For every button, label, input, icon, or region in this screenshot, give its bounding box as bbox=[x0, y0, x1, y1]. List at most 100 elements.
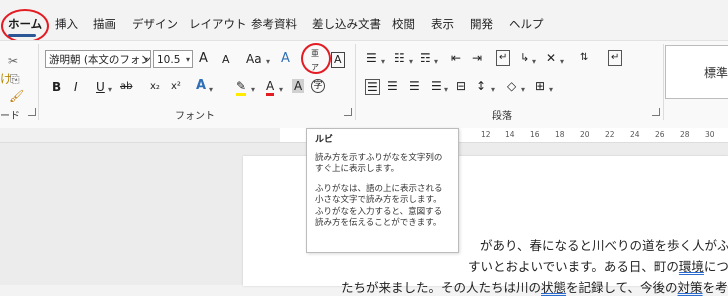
chevron-down-icon: ▾ bbox=[521, 85, 526, 94]
style-gallery-normal[interactable]: 標準 bbox=[665, 45, 728, 99]
bold-button[interactable]: B bbox=[52, 80, 61, 94]
chevron-down-icon: ▾ bbox=[549, 85, 554, 94]
tab-references[interactable]: 参考資料 bbox=[251, 16, 297, 32]
ruler-tick: 22 bbox=[605, 130, 615, 139]
underline-button[interactable]: U bbox=[96, 80, 105, 94]
style-normal-label: 標準 bbox=[704, 66, 728, 80]
borders-icon[interactable]: ⊞ bbox=[535, 79, 545, 93]
font-size-value: 10.5 bbox=[157, 54, 181, 66]
separator bbox=[38, 44, 39, 120]
chevron-down-icon: ▾ bbox=[209, 85, 214, 94]
ruler-tick: 14 bbox=[505, 130, 515, 139]
ruby-tooltip: ルビ 読み方を示すふりがなを文字列のすぐ上に表示します。 ふりがなは、語の上に表… bbox=[306, 128, 459, 253]
chevron-down-icon: ▾ bbox=[381, 57, 386, 66]
enclose-characters-icon[interactable]: 字 bbox=[311, 79, 325, 93]
bullets-icon[interactable]: ☰ bbox=[366, 51, 377, 65]
tab-view[interactable]: 表示 bbox=[431, 16, 454, 32]
character-shading-icon[interactable]: A bbox=[292, 79, 305, 93]
tooltip-text-1: 読み方を示すふりがなを文字列のすぐ上に表示します。 bbox=[315, 152, 443, 175]
tab-insert[interactable]: 挿入 bbox=[55, 16, 78, 32]
text-run: を記録して、今後の bbox=[566, 280, 678, 295]
text-run: につ bbox=[703, 259, 728, 274]
chevron-down-icon: ▾ bbox=[491, 85, 496, 94]
clipboard-launcher-icon[interactable] bbox=[28, 108, 36, 116]
chevron-down-icon: ▾ bbox=[444, 85, 449, 94]
tab-help[interactable]: ヘルプ bbox=[509, 16, 544, 32]
cut-icon[interactable]: ✂ bbox=[8, 54, 18, 68]
chevron-down-icon: ▾ bbox=[409, 57, 414, 66]
decrease-indent-icon[interactable]: ⇤ bbox=[451, 51, 461, 65]
subscript-button[interactable]: x₂ bbox=[150, 80, 160, 94]
font-launcher-icon[interactable] bbox=[344, 108, 352, 116]
highlight-circle-ruby bbox=[301, 43, 331, 74]
grow-font-button[interactable]: A bbox=[199, 52, 208, 66]
tab-design[interactable]: デザイン bbox=[132, 16, 178, 32]
chevron-down-icon: ▾ bbox=[185, 55, 190, 64]
tab-layout[interactable]: レイアウト bbox=[189, 16, 247, 32]
chevron-down-icon: ▾ bbox=[532, 57, 537, 66]
chevron-down-icon: ▾ bbox=[251, 85, 256, 94]
asian-layout-icon[interactable]: ↳ bbox=[520, 51, 529, 65]
distributed-icon[interactable]: ⊟ bbox=[456, 79, 466, 93]
text-run: たちが来ました。その人たちは川の bbox=[341, 280, 542, 295]
font-color-icon[interactable]: A bbox=[266, 79, 275, 96]
paragraph-launcher-icon[interactable] bbox=[652, 108, 660, 116]
change-case-button[interactable]: Aa bbox=[246, 52, 262, 66]
chevron-down-icon: ▾ bbox=[279, 85, 284, 94]
tab-mailings[interactable]: 差し込み文書 bbox=[312, 16, 381, 32]
chevron-down-icon: ▾ bbox=[143, 55, 148, 64]
justify-icon[interactable]: ☰ bbox=[431, 79, 442, 93]
shrink-font-button[interactable]: A bbox=[222, 53, 230, 67]
text-direction-icon[interactable]: ↵ bbox=[496, 50, 511, 66]
font-name-value: 游明朝 (本文のフォン bbox=[49, 54, 151, 66]
separator bbox=[355, 44, 356, 120]
ruler-tick: 28 bbox=[680, 130, 690, 139]
character-scaling-icon[interactable]: ✕ bbox=[546, 51, 556, 65]
tab-developer[interactable]: 開発 bbox=[470, 16, 493, 32]
ruler-tick: 30 bbox=[705, 130, 715, 139]
document-line-2: すいとおよいでいます。ある日、町の環境につ bbox=[468, 256, 728, 275]
text-effects-icon[interactable]: A bbox=[196, 79, 206, 93]
enclosed-character-icon[interactable]: A bbox=[331, 52, 345, 68]
text-run-underlined: 環境 bbox=[678, 259, 704, 274]
ruler-tick: 20 bbox=[580, 130, 590, 139]
align-right-icon[interactable]: ☰ bbox=[409, 79, 420, 93]
shading-icon[interactable]: ◇ bbox=[507, 79, 516, 93]
font-size-combo[interactable]: 10.5 ▾ bbox=[153, 50, 193, 68]
ruler-tick: 18 bbox=[555, 130, 565, 139]
text-run: すいとおよいでいます。ある日、町の bbox=[468, 259, 679, 274]
ruler-tick: 16 bbox=[530, 130, 540, 139]
sort-icon[interactable]: ⇅ bbox=[580, 51, 588, 65]
format-painter-icon[interactable]: 🖌 bbox=[9, 89, 24, 103]
superscript-button[interactable]: x² bbox=[171, 80, 181, 94]
copy-icon[interactable]: ⎘ bbox=[10, 72, 20, 86]
multilevel-list-icon[interactable]: ☶ bbox=[420, 51, 431, 65]
clear-format-icon[interactable]: A bbox=[281, 52, 290, 66]
align-left-icon[interactable]: ☰ bbox=[365, 79, 380, 95]
text-run: を考え bbox=[702, 280, 728, 295]
ruler-tick: 24 bbox=[630, 130, 640, 139]
document-line-1: があり、春になると川べりの道を歩く人がふえ bbox=[480, 238, 728, 253]
separator bbox=[663, 44, 664, 120]
strikethrough-button[interactable]: ab bbox=[120, 80, 132, 94]
show-marks-icon[interactable]: ↵ bbox=[608, 50, 623, 66]
chevron-down-icon: ▾ bbox=[560, 57, 565, 66]
italic-button[interactable]: I bbox=[74, 80, 78, 94]
document-line-3: たちが来ました。その人たちは川の状態を記録して、今後の対策を考え bbox=[341, 277, 728, 296]
align-center-icon[interactable]: ☰ bbox=[387, 79, 398, 93]
ribbon-tab-bar: ホーム 挿入 描画 デザイン レイアウト 参考資料 差し込み文書 校閲 表示 開… bbox=[0, 0, 728, 43]
chevron-down-icon: ▾ bbox=[266, 57, 271, 66]
tab-review[interactable]: 校閲 bbox=[392, 16, 415, 32]
tooltip-text-2: ふりがなは、語の上に表示される小さな文字で読み方を示します。ふりがなを入力すると… bbox=[315, 183, 443, 229]
font-name-combo[interactable]: 游明朝 (本文のフォン ▾ bbox=[45, 50, 151, 68]
paragraph-group-label: 段落 bbox=[492, 111, 512, 122]
clipboard-group-label: ード bbox=[0, 111, 20, 122]
increase-indent-icon[interactable]: ⇥ bbox=[472, 51, 482, 65]
highlight-color-icon[interactable]: ✎ bbox=[236, 79, 247, 96]
tooltip-title: ルビ bbox=[315, 135, 334, 145]
numbering-icon[interactable]: ☷ bbox=[394, 51, 405, 65]
tab-draw[interactable]: 描画 bbox=[93, 16, 116, 32]
line-spacing-icon[interactable]: ↕ bbox=[476, 79, 486, 93]
chevron-down-icon: ▾ bbox=[108, 85, 113, 94]
chevron-down-icon: ▾ bbox=[434, 57, 439, 66]
